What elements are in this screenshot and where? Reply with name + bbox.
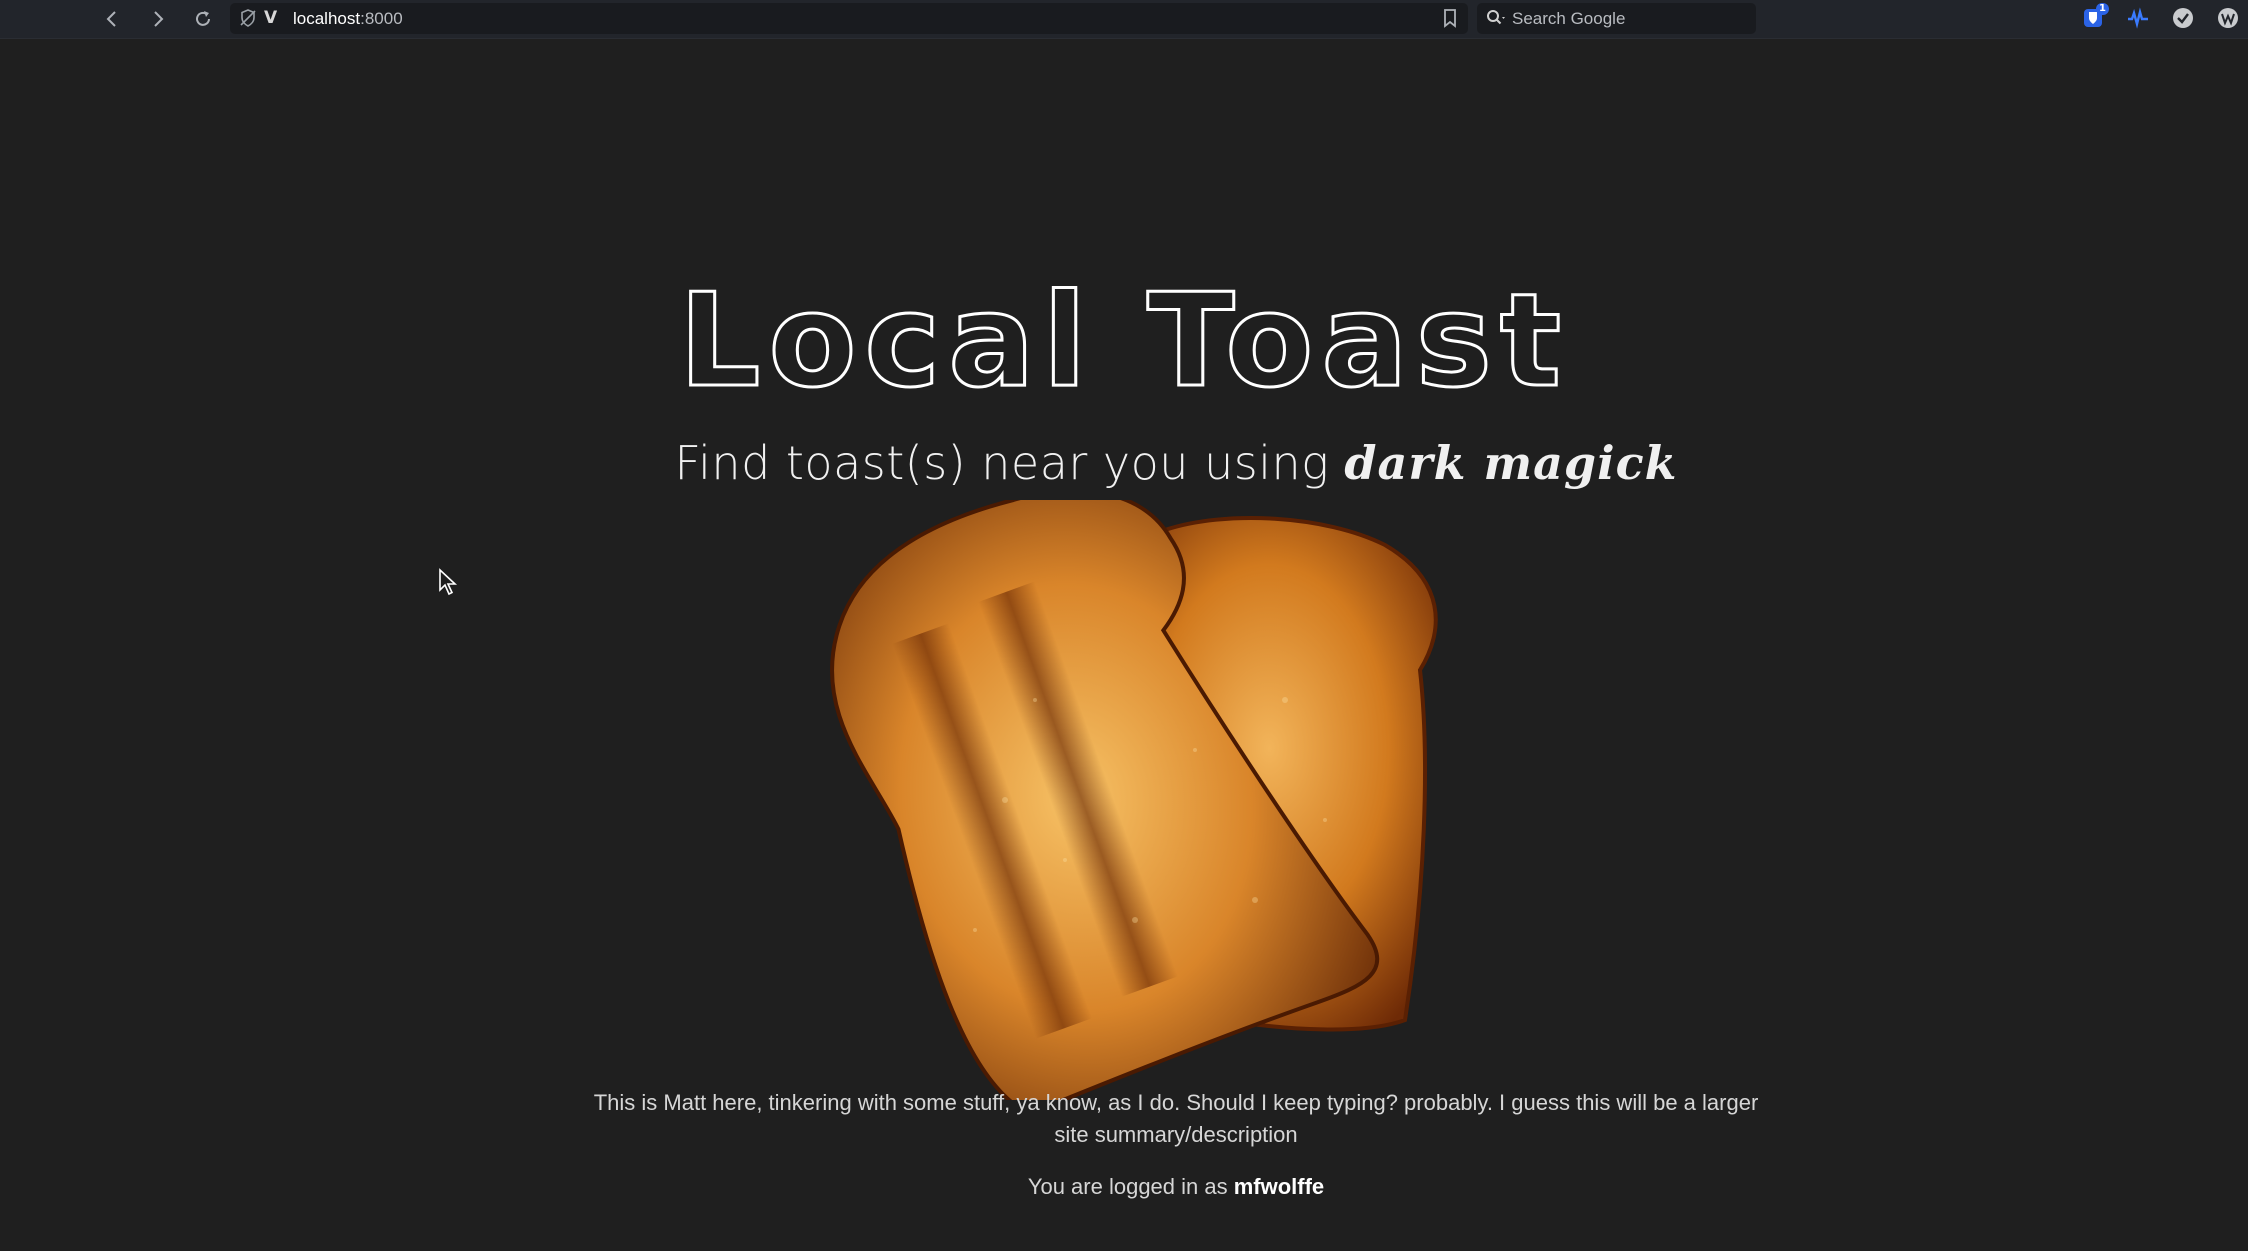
extension-w-icon: [2218, 8, 2238, 28]
address-bar[interactable]: V localhost:8000: [230, 3, 1468, 34]
subtitle-prefix: Find toast(s) near you using: [674, 436, 1345, 490]
extension-badge: 1: [2096, 3, 2109, 15]
login-prefix: You are logged in as: [1027, 1174, 1234, 1199]
search-icon: [1487, 10, 1505, 25]
check-extension[interactable]: [2169, 4, 2197, 32]
browser-toolbar: V localhost:8000 Search Google 1: [0, 0, 2248, 39]
subtitle: Find toast(s) near you using dark magick: [0, 436, 2248, 490]
username: mfwolffe: [1233, 1174, 1325, 1199]
extension-wave-icon: [2128, 7, 2148, 29]
url-text[interactable]: localhost:8000: [293, 9, 403, 29]
vivaldi-v-icon[interactable]: V: [264, 8, 277, 28]
toast-image: [805, 488, 1555, 1116]
w-extension[interactable]: [2214, 4, 2242, 32]
reload-icon: [196, 11, 210, 26]
wave-extension[interactable]: [2124, 4, 2152, 32]
back-arrow-icon: [106, 11, 116, 27]
forward-button[interactable]: [143, 4, 173, 34]
login-status: You are logged in as mfwolffe: [0, 1174, 2248, 1200]
url-host: localhost: [293, 9, 361, 28]
mouse-cursor-icon: [439, 568, 458, 596]
search-placeholder: Search Google: [1512, 9, 1626, 28]
toast-illustration: [829, 488, 1438, 1116]
site-title-art: Local Toast: [677, 280, 1569, 400]
reload-button[interactable]: [188, 4, 218, 34]
subtitle-emphasis: dark magick: [1344, 436, 1678, 490]
shield-off-icon[interactable]: [239, 9, 257, 27]
forward-arrow-icon: [154, 11, 164, 27]
url-port: :8000: [360, 9, 403, 28]
search-bar[interactable]: Search Google: [1477, 3, 1756, 34]
site-title: Local Toast: [0, 280, 2248, 404]
site-description: This is Matt here, tinkering with some s…: [593, 1090, 1759, 1147]
back-button[interactable]: [97, 4, 127, 34]
bookmark-icon[interactable]: [1440, 8, 1460, 28]
extension-check-icon: [2173, 8, 2193, 28]
site-title-text: Local Toast: [679, 280, 1569, 400]
bitwarden-extension[interactable]: 1: [2079, 3, 2109, 32]
